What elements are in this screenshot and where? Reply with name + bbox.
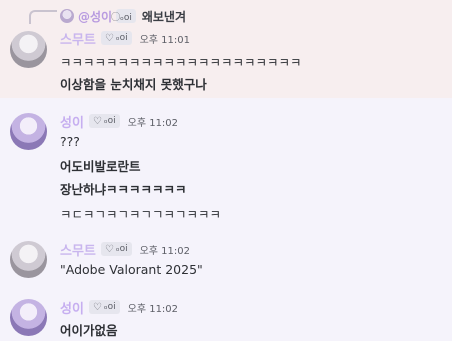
- reply-badge: ⃝ₒoi: [116, 9, 136, 23]
- message-header: 스무트 ♡ ₒoi 오후 11:01: [60, 29, 190, 48]
- heart-outline-icon: ♡: [104, 243, 114, 255]
- reply-avatar: [60, 9, 74, 23]
- message-text: ㅋㅋㅋㅋㅋㅋㅋㅋㅋㅋㅋㅋㅋㅋㅋㅋㅋㅋㅋㅋㅋ: [60, 55, 302, 70]
- message-group: 스무트 ♡ ₒoi 오후 11:02 "Adobe Valorant 2025": [0, 240, 452, 288]
- avatar[interactable]: [10, 31, 47, 68]
- message-text: 이상함을 눈치채지 못했구나: [60, 77, 207, 92]
- reply-username[interactable]: @성이: [78, 8, 112, 25]
- timestamp: 오후 11:01: [139, 34, 190, 46]
- avatar[interactable]: [10, 113, 47, 150]
- heart-outline-icon: ♡: [92, 301, 102, 313]
- chat-log: @성이 ⃝ₒoi 왜보낸겨 스무트 ♡ ₒoi 오후 11:01 ㅋㅋㅋㅋㅋㅋㅋㅋ…: [0, 0, 452, 341]
- user-badge: ♡ ₒoi: [88, 114, 120, 128]
- message-header: 스무트 ♡ ₒoi 오후 11:02: [60, 240, 190, 259]
- reply-preview[interactable]: @성이 ⃝ₒoi 왜보낸겨: [60, 7, 186, 25]
- reply-connector: [29, 10, 57, 24]
- username[interactable]: 성이: [60, 298, 84, 317]
- user-badge: ♡ ₒoi: [100, 242, 132, 256]
- reply-text: 왜보낸겨: [141, 9, 186, 24]
- message-text: 어이가없음: [60, 323, 118, 338]
- heart-outline-icon: ♡: [104, 32, 114, 44]
- timestamp: 오후 11:02: [127, 117, 179, 129]
- message-group-highlighted: @성이 ⃝ₒoi 왜보낸겨 스무트 ♡ ₒoi 오후 11:01 ㅋㅋㅋㅋㅋㅋㅋㅋ…: [0, 0, 452, 98]
- avatar[interactable]: [10, 241, 47, 278]
- username[interactable]: 성이: [60, 112, 84, 131]
- message-text: 어도비발로란트: [60, 159, 141, 174]
- message-text: ㅋㄷㅋㄱㅋㄱㅋㄱㄱㅋㄱㅋㅋㅋ: [60, 207, 222, 222]
- avatar[interactable]: [10, 299, 47, 336]
- timestamp: 오후 11:02: [127, 303, 179, 315]
- message-group: 성이 ♡ ₒoi 오후 11:02 어이가없음: [0, 298, 452, 341]
- message-text: ???: [60, 134, 80, 149]
- username[interactable]: 스무트: [60, 240, 96, 259]
- user-badge: ♡ ₒoi: [88, 300, 120, 314]
- message-header: 성이 ♡ ₒoi 오후 11:02: [60, 112, 179, 131]
- timestamp: 오후 11:02: [139, 245, 190, 257]
- message-text: "Adobe Valorant 2025": [60, 262, 203, 277]
- username[interactable]: 스무트: [60, 29, 96, 48]
- user-badge: ♡ ₒoi: [100, 31, 132, 45]
- message-group: 성이 ♡ ₒoi 오후 11:02 ??? 어도비발로란트 장난하냐ㅋㅋㅋㅋㅋㅋㅋ…: [0, 108, 452, 226]
- message-header: 성이 ♡ ₒoi 오후 11:02: [60, 298, 179, 317]
- message-text: 장난하냐ㅋㅋㅋㅋㅋㅋㅋ: [60, 182, 187, 197]
- heart-outline-icon: ♡: [92, 115, 102, 127]
